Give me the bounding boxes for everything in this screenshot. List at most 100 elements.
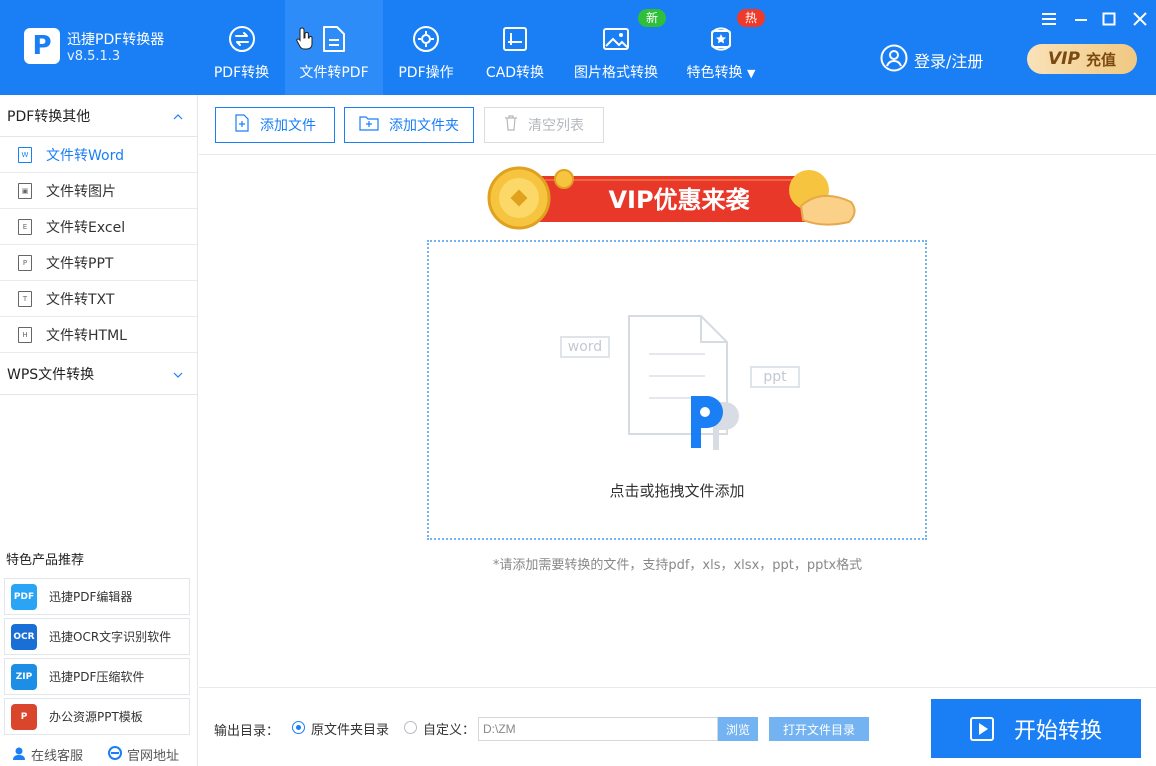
ppt-file-icon: P [18,254,32,271]
vip-recharge-button[interactable]: VIP 充值 [1027,44,1137,74]
excel-file-icon: E [18,218,32,235]
word-tag: word [560,336,610,358]
ppt-tag: ppt [750,366,800,388]
vip-promo-banner[interactable]: VIP优惠来袭 [479,162,865,232]
image-icon [601,24,631,54]
recommend-label: 办公资源PPT模板 [49,710,143,724]
document-illustration-icon [627,314,747,458]
tab-label: 特色转换 ▼ [686,65,756,81]
sidebar-section-pdf-other[interactable]: PDF转换其他 [0,95,197,137]
ie-icon [108,745,122,764]
sidebar-item-label: 文件转PPT [46,255,114,272]
chevron-down-icon [173,366,183,382]
output-path-input[interactable]: D:\ZM [478,717,718,741]
sidebar-item-label: 文件转Word [46,147,124,164]
tab-label: 文件转PDF [299,65,369,81]
sidebar-item-to-image[interactable]: ▣ 文件转图片 [0,173,197,209]
hot-badge: 热 [737,9,766,27]
app-logo: P [24,28,60,64]
recommend-ocr[interactable]: OCR 迅捷OCR文字识别软件 [4,618,190,655]
recommend-pdf-editor[interactable]: PDF 迅捷PDF编辑器 [4,578,190,615]
gear-circle-icon [411,24,441,54]
add-folder-icon [359,115,379,135]
minimize-icon[interactable] [1070,8,1092,30]
radio-custom-label: 自定义： [423,723,476,738]
txt-file-icon: T [18,290,32,307]
app-title: 迅捷PDF转换器 [67,32,165,48]
drop-area-panel: VIP优惠来袭 word ppt 点击或拖拽文件添加 *请添加需要转换的文件，支… [199,156,1156,686]
tab-label: PDF操作 [398,65,454,81]
output-bar: 输出目录： 原文件夹目录 自定义： D:\ZM 浏览 打开文件目录 开始转换 [199,687,1156,766]
close-icon[interactable] [1129,8,1151,30]
sidebar-item-to-txt[interactable]: T 文件转TXT [0,281,197,317]
login-label: 登录/注册 [914,52,984,71]
recommend-pdf-compress[interactable]: ZIP 迅捷PDF压缩软件 [4,658,190,695]
menu-icon[interactable] [1038,8,1060,30]
recommend-title: 特色产品推荐 [6,553,85,568]
start-convert-button[interactable]: 开始转换 [931,699,1141,758]
sidebar-item-to-excel[interactable]: E 文件转Excel [0,209,197,245]
sidebar-item-to-html[interactable]: H 文件转HTML [0,317,197,353]
open-folder-button[interactable]: 打开文件目录 [769,717,869,741]
chevron-down-icon: ▼ [746,67,756,80]
add-folder-button[interactable]: 添加文件夹 [344,107,474,143]
vip-recharge-label: 充值 [1085,50,1116,69]
word-file-icon: W [18,146,32,163]
tab-pdf-operations[interactable]: PDF操作 [383,0,469,95]
tab-pdf-convert[interactable]: PDF转换 [198,0,285,95]
sidebar-item-label: 文件转TXT [46,291,115,308]
recommend-label: 迅捷PDF编辑器 [49,590,133,604]
file-drop-zone[interactable]: word ppt 点击或拖拽文件添加 [427,240,927,540]
logo-letter: P [32,31,52,61]
maximize-icon[interactable] [1098,8,1120,30]
browse-button[interactable]: 浏览 [718,717,758,741]
website-link[interactable]: 官网地址 [108,745,179,764]
trash-icon [504,115,518,135]
supported-formats-hint: *请添加需要转换的文件，支持pdf，xls，xlsx，ppt，pptx格式 [492,558,863,573]
new-badge: 新 [638,9,667,27]
radio-original-folder[interactable] [292,721,305,734]
tab-cad-convert[interactable]: CAD转换 [469,0,561,95]
recommend-label: 迅捷OCR文字识别软件 [49,630,172,644]
app-version: v8.5.1.3 [67,49,121,64]
sidebar-item-to-ppt[interactable]: P 文件转PPT [0,245,197,281]
radio-custom-folder[interactable] [404,721,417,734]
online-service-link[interactable]: 在线客服 [12,745,83,764]
add-file-button[interactable]: 添加文件 [215,107,335,143]
sidebar-section-wps[interactable]: WPS文件转换 [0,353,197,395]
image-file-icon: ▣ [18,182,32,199]
document-icon [319,24,349,54]
sidebar-item-label: 文件转Excel [46,219,126,236]
toolbar: 添加文件 添加文件夹 清空列表 [199,95,1156,155]
user-icon [880,44,908,76]
drop-instruction: 点击或拖拽文件添加 [609,482,745,500]
recommend-ppt-template[interactable]: P 办公资源PPT模板 [4,698,190,735]
swap-circle-icon [227,24,257,54]
output-dir-label: 输出目录： [214,724,280,739]
ocr-icon: OCR [11,623,37,650]
clear-list-button[interactable]: 清空列表 [484,107,604,143]
pdf-editor-icon: PDF [11,583,37,610]
login-button[interactable]: 登录/注册 [880,44,983,76]
star-refresh-icon [706,24,736,54]
add-file-icon [234,114,250,136]
tab-label: 图片格式转换 [574,65,658,81]
recommend-label: 迅捷PDF压缩软件 [49,670,145,684]
tab-label: PDF转换 [213,65,270,81]
radio-original-label: 原文件夹目录 [311,723,390,738]
sidebar: PDF转换其他 W 文件转Word ▣ 文件转图片 E 文件转Excel P 文… [0,95,198,766]
headset-icon [12,746,26,764]
banner-text: VIP优惠来袭 [608,186,750,214]
ppt-template-icon: P [11,703,37,730]
mouse-cursor-icon [296,26,314,54]
zip-icon: ZIP [11,663,37,690]
tab-label: CAD转换 [485,65,545,81]
chevron-up-icon [173,108,183,124]
sidebar-item-label: 文件转HTML [46,327,127,344]
cad-icon [500,24,530,54]
html-file-icon: H [18,326,32,343]
sidebar-item-to-word[interactable]: W 文件转Word [0,137,197,173]
play-icon [969,716,994,741]
section-label: WPS文件转换 [7,366,95,383]
sidebar-item-label: 文件转图片 [46,183,116,200]
